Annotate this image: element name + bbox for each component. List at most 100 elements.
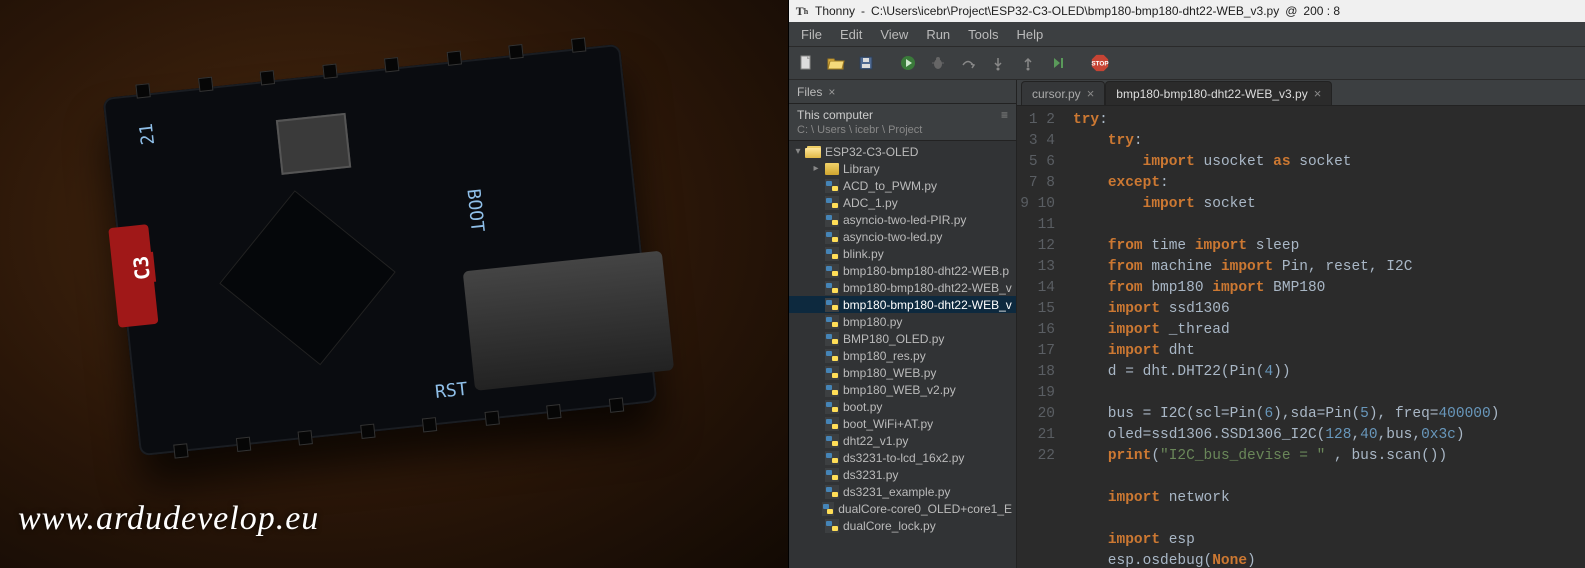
menu-run[interactable]: Run — [918, 25, 958, 44]
chevron-right-icon: ▸ — [811, 163, 821, 174]
menu-edit[interactable]: Edit — [832, 25, 870, 44]
python-file-icon — [825, 434, 839, 448]
hardware-photo: 21 C3 BOOT RST www.ardudevelop.eu — [0, 0, 788, 568]
files-panel-path[interactable]: C: \ Users \ icebr \ Project — [789, 124, 1016, 141]
tree-file-label: blink.py — [843, 247, 884, 261]
python-file-icon — [825, 264, 839, 278]
files-panel-tab[interactable]: Files × — [789, 80, 1016, 104]
tree-row[interactable]: ds3231_example.py — [789, 483, 1016, 500]
tree-row[interactable]: ▸ Library — [789, 160, 1016, 177]
tree-folder-label: ESP32-C3-OLED — [825, 145, 918, 159]
tree-folder-label: Library — [843, 162, 880, 176]
tree-file-label: dualCore-core0_OLED+core1_E — [838, 502, 1012, 516]
app-name: Thonny — [815, 4, 855, 18]
close-icon[interactable]: × — [1087, 86, 1095, 101]
tree-row[interactable]: ACD_to_PWM.py — [789, 177, 1016, 194]
tree-file-label: bmp180-bmp180-dht22-WEB.p — [843, 264, 1009, 278]
hamburger-icon[interactable]: ≡ — [1001, 108, 1008, 122]
menu-view[interactable]: View — [872, 25, 916, 44]
tree-row[interactable]: ds3231-to-lcd_16x2.py — [789, 449, 1016, 466]
files-panel-label: Files — [797, 85, 822, 99]
tree-row[interactable]: dht22_v1.py — [789, 432, 1016, 449]
menu-file[interactable]: File — [793, 25, 830, 44]
tab-label: cursor.py — [1032, 87, 1081, 101]
menu-help[interactable]: Help — [1009, 25, 1052, 44]
tree-file-label: asyncio-two-led.py — [843, 230, 942, 244]
tree-row[interactable]: blink.py — [789, 245, 1016, 262]
header-pins-top — [112, 35, 611, 105]
tree-file-label: ds3231.py — [843, 468, 898, 482]
step-over-button[interactable] — [955, 50, 981, 76]
code-editor[interactable]: 1 2 3 4 5 6 7 8 9 10 11 12 13 14 15 16 1… — [1017, 106, 1585, 568]
usb-c-port — [463, 251, 674, 391]
thonny-ide: Th Thonny - C:\Users\icebr\Project\ESP32… — [788, 0, 1585, 568]
tree-file-label: BMP180_OLED.py — [843, 332, 944, 346]
close-icon[interactable]: × — [828, 85, 835, 99]
python-file-icon — [825, 468, 839, 482]
save-button[interactable] — [853, 50, 879, 76]
tree-row[interactable]: boot_WiFi+AT.py — [789, 415, 1016, 432]
chevron-down-icon: ▾ — [793, 146, 803, 157]
microcontroller-board: 21 C3 BOOT RST — [103, 44, 658, 456]
tab-label: bmp180-bmp180-dht22-WEB_v3.py — [1116, 87, 1307, 101]
step-into-button[interactable] — [985, 50, 1011, 76]
files-panel: Files × This computer ≡ C: \ Users \ ice… — [789, 80, 1017, 568]
toolbar: STOP — [789, 46, 1585, 80]
python-file-icon — [825, 298, 839, 312]
tree-file-label: bmp180_WEB.py — [843, 366, 936, 380]
file-tree[interactable]: ▾ ESP32-C3-OLED ▸ Library ACD_to_PWM.py … — [789, 141, 1016, 568]
python-file-icon — [825, 332, 839, 346]
tree-row[interactable]: ds3231.py — [789, 466, 1016, 483]
tree-row[interactable]: bmp180_WEB_v2.py — [789, 381, 1016, 398]
file-path: C:\Users\icebr\Project\ESP32-C3-OLED\bmp… — [871, 4, 1279, 18]
tree-row[interactable]: bmp180.py — [789, 313, 1016, 330]
tree-row[interactable]: ADC_1.py — [789, 194, 1016, 211]
run-icon — [900, 55, 916, 71]
resume-button[interactable] — [1045, 50, 1071, 76]
tree-row[interactable]: bmp180-bmp180-dht22-WEB_v — [789, 296, 1016, 313]
new-file-icon — [798, 55, 814, 71]
python-file-icon — [825, 451, 839, 465]
editor-tab[interactable]: cursor.py × — [1021, 81, 1105, 105]
editor-tab[interactable]: bmp180-bmp180-dht22-WEB_v3.py × — [1105, 81, 1332, 105]
tree-file-label: boot.py — [843, 400, 882, 414]
silk-label-21: 21 — [136, 122, 159, 146]
tree-file-label: bmp180-bmp180-dht22-WEB_v — [843, 281, 1012, 295]
tree-row[interactable]: dualCore-core0_OLED+core1_E — [789, 500, 1016, 517]
menu-tools[interactable]: Tools — [960, 25, 1006, 44]
cursor-position: 200 : 8 — [1303, 4, 1340, 18]
tree-row[interactable]: dualCore_lock.py — [789, 517, 1016, 534]
tree-row[interactable]: bmp180-bmp180-dht22-WEB.p — [789, 262, 1016, 279]
tree-row[interactable]: bmp180_res.py — [789, 347, 1016, 364]
run-button[interactable] — [895, 50, 921, 76]
python-file-icon — [825, 485, 839, 499]
open-file-button[interactable] — [823, 50, 849, 76]
resume-icon — [1050, 55, 1066, 71]
tree-row[interactable]: bmp180-bmp180-dht22-WEB_v — [789, 279, 1016, 296]
step-over-icon — [960, 55, 976, 71]
python-file-icon — [825, 349, 839, 363]
step-out-button[interactable] — [1015, 50, 1041, 76]
tree-row[interactable]: bmp180_WEB.py — [789, 364, 1016, 381]
files-panel-header: This computer ≡ — [789, 104, 1016, 124]
tree-row[interactable]: asyncio-two-led-PIR.py — [789, 211, 1016, 228]
stop-button[interactable]: STOP — [1087, 50, 1113, 76]
tree-file-label: ADC_1.py — [843, 196, 898, 210]
tree-row[interactable]: boot.py — [789, 398, 1016, 415]
tree-row[interactable]: asyncio-two-led.py — [789, 228, 1016, 245]
tree-row[interactable]: ▾ ESP32-C3-OLED — [789, 143, 1016, 160]
new-file-button[interactable] — [793, 50, 819, 76]
tree-file-label: asyncio-two-led-PIR.py — [843, 213, 966, 227]
save-icon — [858, 55, 874, 71]
step-into-icon — [990, 55, 1006, 71]
tree-file-label: dualCore_lock.py — [843, 519, 936, 533]
code-content[interactable]: try: try: import usocket as socket excep… — [1063, 106, 1585, 568]
python-file-icon — [825, 213, 839, 227]
python-file-icon — [825, 247, 839, 261]
svg-text:STOP: STOP — [1091, 61, 1109, 68]
close-icon[interactable]: × — [1314, 86, 1322, 101]
debug-button[interactable] — [925, 50, 951, 76]
menubar: File Edit View Run Tools Help — [789, 22, 1585, 46]
tree-row[interactable]: BMP180_OLED.py — [789, 330, 1016, 347]
tree-file-label: ds3231-to-lcd_16x2.py — [843, 451, 964, 465]
